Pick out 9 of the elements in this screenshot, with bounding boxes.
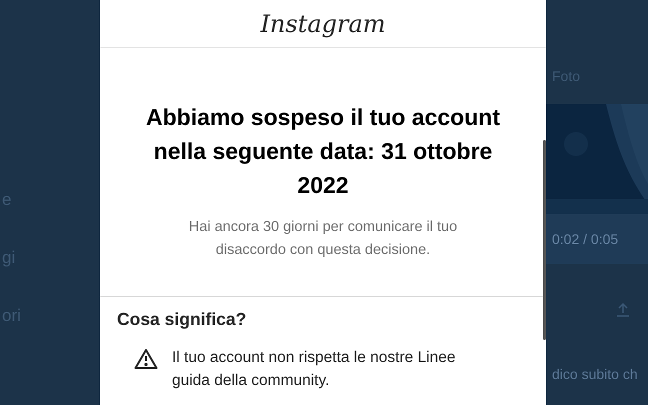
background-text: dico subito ch	[551, 366, 639, 382]
video-time: 0:02 / 0:05	[552, 231, 618, 247]
warning-icon	[134, 348, 158, 370]
info-text: Il tuo account non rispetta le nostre Linee guida della community.	[172, 348, 456, 391]
logo: Instagram	[260, 10, 386, 38]
section-title: Cosa significa?	[117, 309, 248, 330]
dialog-subtitle: Hai ancora 30 giorni per comunicare il tuo disaccordo con questa decisione.	[188, 218, 458, 260]
dialog-title: Abbiamo sospeso il tuo account nella seguente data: 31 ottobre 2022	[145, 103, 501, 200]
upload-icon	[616, 302, 630, 318]
